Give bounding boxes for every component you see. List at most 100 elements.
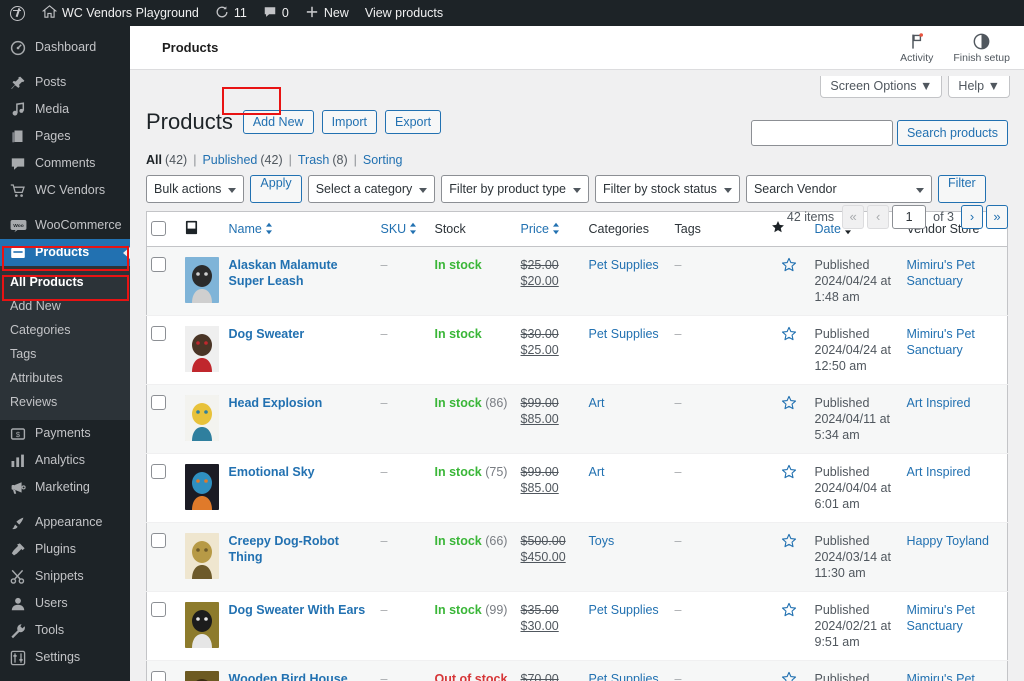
view-products-link[interactable]: View products <box>357 0 451 26</box>
sidebar-item-dashboard[interactable]: Dashboard <box>0 34 130 61</box>
sidebar-item-products[interactable]: Products <box>0 239 130 266</box>
star-outline-icon[interactable] <box>781 671 797 681</box>
vendor-store-link[interactable]: Art Inspired <box>907 465 971 479</box>
help-button[interactable]: Help ▼ <box>948 76 1010 98</box>
table-row[interactable]: Alaskan Malamute Super Leash – In stock $25… <box>146 246 1008 316</box>
product-name-link[interactable]: Wooden Bird House <box>229 672 348 681</box>
category-filter-select[interactable]: Select a category <box>307 174 436 203</box>
star-outline-icon[interactable] <box>781 533 797 549</box>
product-thumbnail[interactable] <box>184 325 219 372</box>
sidebar-item-analytics[interactable]: Analytics <box>0 447 130 474</box>
view-link-sorting[interactable]: Sorting <box>363 153 403 167</box>
product-thumbnail[interactable] <box>184 670 219 681</box>
sidebar-item-woocommerce[interactable]: Woo WooCommerce <box>0 212 130 239</box>
name-header[interactable]: Name <box>224 211 377 247</box>
select-all-checkbox[interactable] <box>151 221 166 237</box>
category-link[interactable]: Toys <box>589 534 615 548</box>
sidebar-item-payments[interactable]: $ Payments <box>0 420 130 447</box>
table-row[interactable]: Head Explosion – In stock (86) $99.00 $85.00… <box>146 384 1008 454</box>
view-link-published[interactable]: Published (42) | <box>202 153 297 167</box>
row-checkbox[interactable] <box>151 601 166 617</box>
site-name-menu[interactable]: WC Vendors Playground <box>34 0 207 26</box>
category-link[interactable]: Pet Supplies <box>589 258 659 272</box>
filter-button[interactable]: Filter <box>937 174 986 203</box>
product-name-link[interactable]: Emotional Sky <box>229 465 315 479</box>
view-link-trash[interactable]: Trash (8) | <box>298 153 363 167</box>
view-label[interactable]: Sorting <box>363 153 403 167</box>
sidebar-item-snippets[interactable]: Snippets <box>0 563 130 590</box>
sidebar-item-wc-vendors[interactable]: WC Vendors <box>0 177 130 204</box>
search-products-button[interactable]: Search products <box>896 120 1008 146</box>
add-new-button[interactable]: Add New <box>242 110 314 135</box>
table-row[interactable]: Wooden Bird House – Out of stock (-54)$70.… <box>146 660 1008 681</box>
submenu-item-tags[interactable]: Tags <box>0 342 130 366</box>
submenu-item-all-products[interactable]: All Products <box>0 270 130 294</box>
row-checkbox[interactable] <box>151 256 166 272</box>
vendor-store-link[interactable]: Art Inspired <box>907 396 971 410</box>
table-row[interactable]: Dog Sweater – In stock $30.00 $25.00 Pet Supp… <box>146 315 1008 385</box>
vendor-store-link[interactable]: Mimiru's Pet Sanctuary <box>907 327 975 357</box>
table-row[interactable]: Dog Sweater With Ears – In stock (99) $35.0… <box>146 591 1008 661</box>
sidebar-item-tools[interactable]: Tools <box>0 617 130 644</box>
star-outline-icon[interactable] <box>781 602 797 618</box>
sidebar-item-pages[interactable]: Pages <box>0 123 130 150</box>
star-outline-icon[interactable] <box>781 395 797 411</box>
product-name-link[interactable]: Creepy Dog-Robot Thing <box>229 534 339 564</box>
view-label[interactable]: All <box>146 153 162 167</box>
category-link[interactable]: Pet Supplies <box>589 327 659 341</box>
stock-status-filter-select[interactable]: Filter by stock status <box>595 174 740 203</box>
category-link[interactable]: Pet Supplies <box>589 603 659 617</box>
new-content-menu[interactable]: New <box>297 0 357 26</box>
category-link[interactable]: Art <box>589 465 605 479</box>
last-page-button[interactable]: » <box>986 204 1008 229</box>
view-label[interactable]: Published <box>202 153 257 167</box>
price-header[interactable]: Price <box>516 211 585 247</box>
product-name-link[interactable]: Alaskan Malamute Super Leash <box>229 258 338 288</box>
screen-options-button[interactable]: Screen Options ▼ <box>820 76 943 98</box>
sidebar-item-posts[interactable]: Posts <box>0 69 130 96</box>
submenu-item-add-new[interactable]: Add New <box>0 294 130 318</box>
row-checkbox[interactable] <box>151 463 166 479</box>
vendor-store-link[interactable]: Mimiru's Pet Sanctuary <box>907 603 975 633</box>
sidebar-item-comments[interactable]: Comments <box>0 150 130 177</box>
product-name-link[interactable]: Head Explosion <box>229 396 323 410</box>
name-sort-link[interactable]: Name <box>229 222 273 236</box>
category-link[interactable]: Art <box>589 396 605 410</box>
product-name-link[interactable]: Dog Sweater <box>229 327 305 341</box>
vendor-store-link[interactable]: Mimiru's Pet Sanctuary <box>907 258 975 288</box>
vendor-store-link[interactable]: Happy Toyland <box>907 534 989 548</box>
product-thumbnail[interactable] <box>184 394 219 441</box>
activity-button[interactable]: Activity <box>900 32 933 64</box>
submenu-item-categories[interactable]: Categories <box>0 318 130 342</box>
category-link[interactable]: Pet Supplies <box>589 672 659 681</box>
sku-header[interactable]: SKU <box>376 211 431 247</box>
sidebar-item-marketing[interactable]: Marketing <box>0 474 130 501</box>
submenu-item-attributes[interactable]: Attributes <box>0 366 130 390</box>
view-link-all[interactable]: All (42) | <box>146 153 202 167</box>
star-outline-icon[interactable] <box>781 257 797 273</box>
submenu-item-reviews[interactable]: Reviews <box>0 390 130 414</box>
row-checkbox[interactable] <box>151 670 166 681</box>
price-sort-link[interactable]: Price <box>521 222 560 236</box>
comments-menu[interactable]: 0 <box>255 0 297 26</box>
row-checkbox[interactable] <box>151 394 166 410</box>
sku-sort-link[interactable]: SKU <box>381 222 418 236</box>
table-row[interactable]: Emotional Sky – In stock (75) $99.00 $85.00 A… <box>146 453 1008 523</box>
wordpress-logo-button[interactable] <box>0 0 34 26</box>
vendor-store-link[interactable]: Mimiru's Pet Sanctuary <box>907 672 975 681</box>
next-page-button[interactable]: › <box>961 204 983 229</box>
import-button[interactable]: Import <box>321 110 377 135</box>
apply-button[interactable]: Apply <box>250 174 302 203</box>
export-button[interactable]: Export <box>385 110 442 135</box>
table-row[interactable]: Creepy Dog-Robot Thing – In stock (66) $500… <box>146 522 1008 592</box>
star-outline-icon[interactable] <box>781 326 797 342</box>
product-thumbnail[interactable] <box>184 256 219 303</box>
sidebar-item-users[interactable]: Users <box>0 590 130 617</box>
current-page-input[interactable] <box>892 204 927 229</box>
revisions-menu[interactable]: 11 <box>207 0 255 26</box>
search-input[interactable] <box>750 120 893 146</box>
finish-setup-button[interactable]: Finish setup <box>953 32 1010 64</box>
vendor-filter-select[interactable]: Search Vendor <box>745 174 932 203</box>
product-thumbnail[interactable] <box>184 532 219 579</box>
sidebar-item-plugins[interactable]: Plugins <box>0 536 130 563</box>
